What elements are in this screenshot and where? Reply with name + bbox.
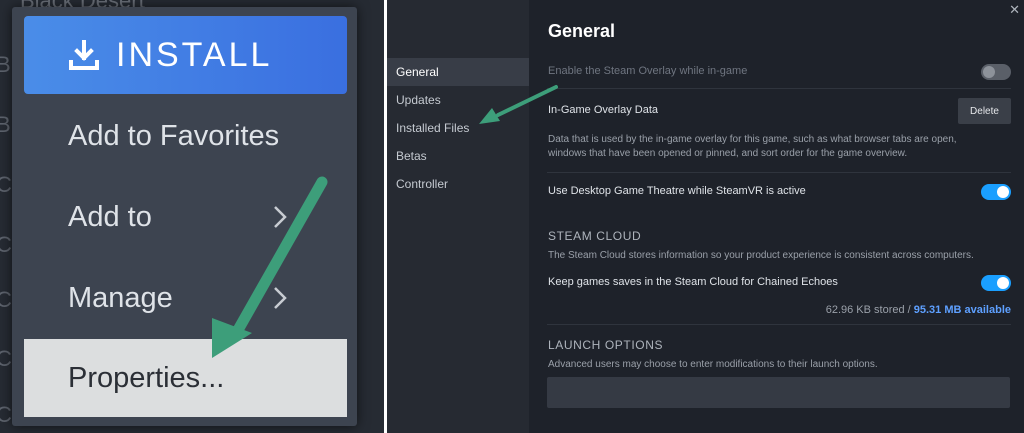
menu-item-label: Properties... — [68, 361, 225, 394]
general-settings: General Enable the Steam Overlay while i… — [547, 0, 1011, 433]
chevron-right-icon — [273, 286, 287, 310]
overlay-toggle-label: Enable the Steam Overlay while in-game — [548, 65, 748, 77]
toggle-knob — [983, 66, 995, 78]
storage-separator: / — [904, 304, 914, 316]
launch-options-input[interactable] — [547, 377, 1010, 408]
menu-item-manage[interactable]: Manage — [24, 263, 347, 333]
menu-item-properties[interactable]: Properties... — [24, 339, 347, 417]
cloud-toggle-label: Keep games saves in the Steam Cloud for … — [548, 276, 838, 288]
sidebar-item-installed-files[interactable]: Installed Files — [387, 114, 529, 142]
cloud-storage-info: 62.96 KB stored / 95.31 MB available — [826, 304, 1011, 316]
launch-options-heading: LAUNCH OPTIONS — [548, 338, 664, 352]
download-icon — [68, 39, 100, 71]
menu-item-label: Add to — [68, 200, 152, 233]
toggle-knob — [997, 186, 1009, 198]
cloud-toggle[interactable] — [981, 275, 1011, 291]
divider-line — [547, 88, 1011, 89]
theatre-toggle[interactable] — [981, 184, 1011, 200]
toggle-knob — [997, 277, 1009, 289]
menu-item-add-to-favorites[interactable]: Add to Favorites — [24, 101, 347, 171]
overlay-data-description: Data that is used by the in-game overlay… — [548, 134, 957, 159]
properties-sidebar: General Updates Installed Files Betas Co… — [387, 0, 529, 433]
storage-used: 62.96 KB stored — [825, 304, 905, 316]
divider-line — [547, 172, 1011, 173]
storage-available: 95.31 MB available — [913, 304, 1011, 316]
overlay-data-label: In-Game Overlay Data — [548, 104, 659, 116]
launch-options-description: Advanced users may choose to enter modif… — [548, 359, 878, 370]
install-button[interactable]: INSTALL — [24, 16, 347, 94]
theatre-toggle-label: Use Desktop Game Theatre while SteamVR i… — [548, 185, 806, 197]
sidebar-item-controller[interactable]: Controller — [387, 170, 529, 198]
steam-cloud-description: The Steam Cloud stores information so yo… — [548, 250, 974, 261]
menu-item-label: Add to Favorites — [68, 119, 280, 152]
menu-item-add-to[interactable]: Add to — [24, 182, 347, 252]
delete-button[interactable]: Delete — [958, 98, 1011, 124]
library-context-panel: Black Desert Bl Br Ca Ca Cl Co Co INSTAL… — [0, 0, 384, 433]
menu-item-label: Manage — [68, 281, 173, 314]
install-label: INSTALL — [116, 35, 273, 74]
sidebar-item-updates[interactable]: Updates — [387, 86, 529, 114]
steam-cloud-heading: STEAM CLOUD — [548, 229, 642, 243]
sidebar-item-general[interactable]: General — [387, 58, 529, 86]
divider-line — [547, 324, 1011, 325]
overlay-toggle[interactable] — [981, 64, 1011, 80]
properties-window: General Updates Installed Files Betas Co… — [387, 0, 1024, 433]
chevron-right-icon — [273, 205, 287, 229]
context-menu: INSTALL Add to Favorites Add to Manage P… — [12, 7, 357, 426]
page-title: General — [548, 21, 616, 41]
sidebar-item-betas[interactable]: Betas — [387, 142, 529, 170]
